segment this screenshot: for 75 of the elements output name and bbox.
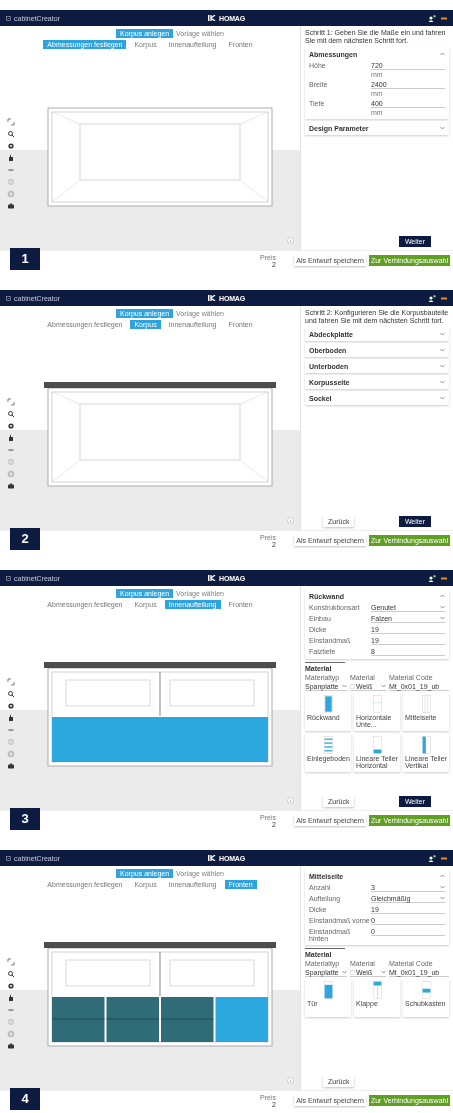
- zoom-icon: [7, 970, 15, 978]
- minus-icon: [7, 446, 15, 454]
- compartment[interactable]: [51, 997, 105, 1042]
- zoom-icon: [7, 410, 15, 418]
- chevron-down-icon: [440, 126, 445, 130]
- chevron-down-icon: [440, 396, 445, 400]
- user-icon: [428, 854, 436, 862]
- zoom-in-circle-icon: [7, 190, 15, 198]
- user-icon: [428, 294, 436, 302]
- user-icon: [428, 14, 436, 22]
- zoom-icon: [7, 690, 15, 698]
- swatch-icon: [350, 969, 355, 975]
- camera-icon: [7, 482, 15, 490]
- zoom-in-circle-icon: [7, 1030, 15, 1038]
- cabinet-element-icon: [323, 695, 333, 713]
- fit-view-icon: [7, 958, 15, 966]
- minus-icon: [7, 1006, 15, 1014]
- zoom-icon: [7, 130, 15, 138]
- info-circle-icon: [287, 517, 294, 524]
- chevron-down-icon: [440, 348, 445, 352]
- cabinet-element-icon: [323, 736, 333, 754]
- fit-view-icon: [7, 398, 15, 406]
- swatch-icon: [350, 683, 355, 689]
- logo-mark-icon: [208, 855, 216, 861]
- compartment[interactable]: [106, 997, 160, 1042]
- chevron-down-icon: [342, 684, 347, 688]
- chevron-down-icon: [440, 616, 445, 620]
- step-number-badge: 2: [10, 528, 40, 550]
- camera-icon: [7, 202, 15, 210]
- chevron-down-icon: [440, 605, 445, 609]
- zoom-in-circle-icon: [7, 470, 15, 478]
- zoom-out-circle-icon: [7, 458, 15, 466]
- menu-icon: [6, 15, 11, 21]
- chevron-down-icon: [440, 380, 445, 384]
- chevron-down-icon: [440, 364, 445, 368]
- logo-mark-icon: [208, 295, 216, 301]
- chevron-down-icon: [342, 970, 347, 974]
- zoom-in-circle-icon: [7, 750, 15, 758]
- cabinet-element-icon: [421, 736, 431, 754]
- fit-view-icon: [7, 678, 15, 686]
- fit-view-icon: [7, 118, 15, 126]
- minus-icon: [7, 726, 15, 734]
- cabinet-element-icon: [421, 695, 431, 713]
- step-number-badge: 4: [10, 1088, 40, 1110]
- info-circle-icon: [287, 1077, 294, 1084]
- chevron-down-icon: [381, 970, 386, 974]
- chevron-down-icon: [440, 332, 445, 336]
- chevron-up-icon: [440, 594, 445, 598]
- step-number-badge: 3: [10, 808, 40, 830]
- chevron-down-icon: [381, 684, 386, 688]
- compartment[interactable]: [160, 997, 214, 1042]
- cabinet-element-icon: [372, 736, 382, 754]
- zoom-out-circle-icon: [7, 178, 15, 186]
- user-icon: [428, 574, 436, 582]
- cabinet-element-icon: [372, 981, 382, 999]
- logo-mark-icon: [208, 15, 216, 21]
- camera-icon: [7, 1042, 15, 1050]
- cabinet-element-icon: [323, 981, 333, 999]
- cabinet-element-icon: [372, 695, 382, 713]
- menu-icon: [6, 855, 11, 861]
- menu-icon: [6, 295, 11, 301]
- chevron-down-icon: [440, 885, 445, 889]
- zoom-out-circle-icon: [7, 1018, 15, 1026]
- chevron-up-icon: [440, 874, 445, 878]
- camera-icon: [7, 762, 15, 770]
- menu-icon: [6, 575, 11, 581]
- cabinet-element-icon: [421, 981, 431, 999]
- zoom-out-circle-icon: [7, 738, 15, 746]
- minus-icon: [7, 166, 15, 174]
- chevron-down-icon: [440, 896, 445, 900]
- logo-mark-icon: [208, 575, 216, 581]
- step-number-badge: 1: [10, 248, 40, 270]
- info-circle-icon: [287, 797, 294, 804]
- chevron-up-icon: [440, 52, 445, 56]
- info-circle-icon: [287, 237, 294, 244]
